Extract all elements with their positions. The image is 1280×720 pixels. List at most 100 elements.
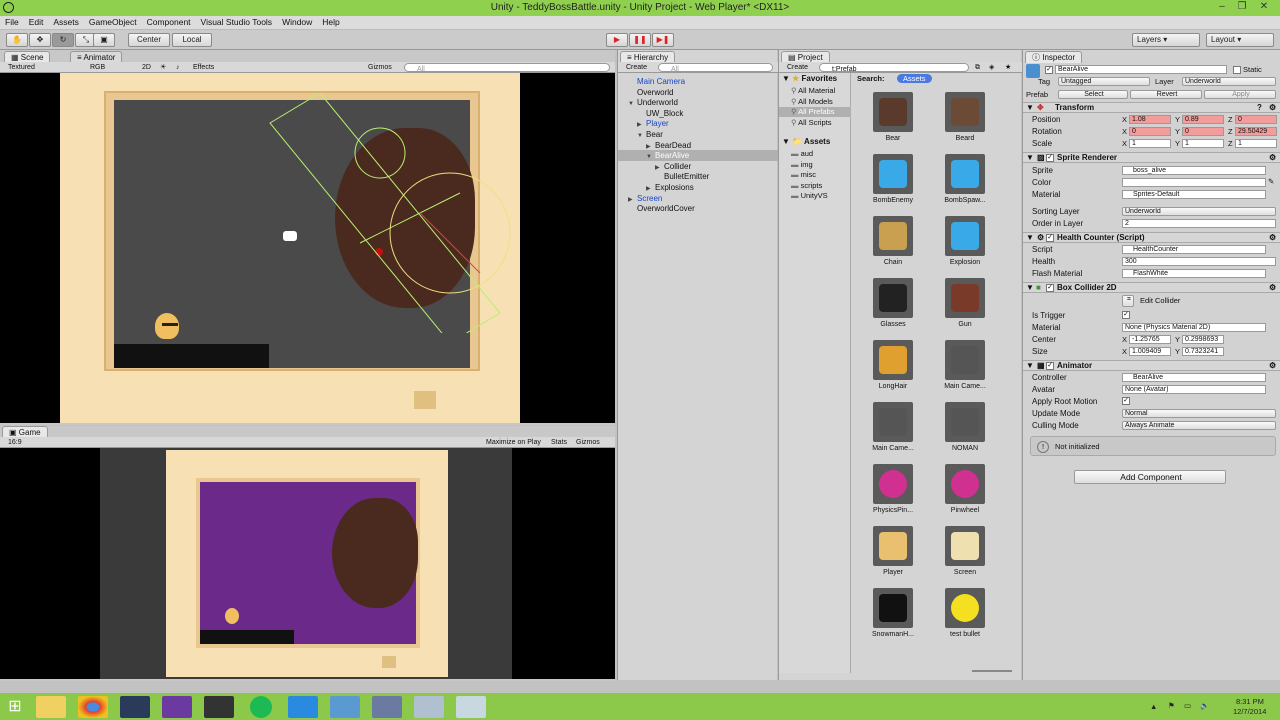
filter-type-icon[interactable]: ⧉ xyxy=(975,62,980,73)
favorites-header[interactable]: ▼ ★ Favorites xyxy=(782,74,837,84)
favorite-item[interactable]: ⚲ All Scripts xyxy=(791,118,832,128)
is-trigger-checkbox[interactable]: ✓ xyxy=(1122,311,1130,319)
paint-icon[interactable] xyxy=(372,696,402,718)
script-field[interactable]: HealthCounter xyxy=(1122,245,1266,254)
scale-z-field[interactable]: 1 xyxy=(1235,139,1277,148)
prefab-asset[interactable]: Explosion xyxy=(933,216,997,266)
order-in-layer-field[interactable]: 2 xyxy=(1122,219,1276,228)
hierarchy-item[interactable]: ▼ Underworld xyxy=(628,98,678,109)
prefab-asset[interactable]: Screen xyxy=(933,526,997,576)
thumbnail-size-slider[interactable] xyxy=(972,670,1012,672)
layers-dropdown[interactable]: Layers ▾ xyxy=(1132,33,1200,47)
mode-2d-toggle[interactable]: 2D xyxy=(142,62,151,73)
photos-icon[interactable] xyxy=(414,696,444,718)
active-checkbox[interactable]: ✓ xyxy=(1045,66,1053,74)
layout-dropdown[interactable]: Layout ▾ xyxy=(1206,33,1274,47)
position-x-field[interactable]: 1.08 xyxy=(1129,115,1171,124)
prefab-asset[interactable]: LongHair xyxy=(861,340,925,390)
asset-folder[interactable]: ▬ UnityVS xyxy=(791,191,828,201)
hierarchy-item[interactable]: Overworld xyxy=(628,88,673,98)
layer-dropdown[interactable]: Underworld xyxy=(1182,77,1276,86)
visual-studio-icon[interactable] xyxy=(162,696,192,718)
step-button[interactable]: ▶❚ xyxy=(652,33,674,47)
prefab-asset[interactable]: BombSpaw... xyxy=(933,154,997,204)
tray-network-icon[interactable]: ▭ xyxy=(1184,701,1191,710)
flashfxp-icon[interactable] xyxy=(288,696,318,718)
settings-gear-icon[interactable]: ⚙ xyxy=(1269,361,1276,371)
prefab-asset[interactable]: Player xyxy=(861,526,925,576)
aspect-dropdown[interactable]: 16:9 xyxy=(8,437,22,448)
prefab-asset[interactable]: BombEnemy xyxy=(861,154,925,204)
menu-assets[interactable]: Assets xyxy=(48,16,84,29)
box-collider-header[interactable]: ▼ ■ ✓ Box Collider 2D ⚙ xyxy=(1023,282,1280,293)
render-mode-dropdown[interactable]: RGB xyxy=(90,62,105,73)
prefab-asset[interactable]: Gun xyxy=(933,278,997,328)
project-create-dropdown[interactable]: Create xyxy=(787,62,808,73)
foldout-arrow-icon[interactable]: ▶ xyxy=(646,142,655,152)
menu-file[interactable]: File xyxy=(0,16,24,29)
start-windows-icon[interactable]: ⊞ xyxy=(2,696,28,718)
avatar-field[interactable]: None (Avatar) xyxy=(1122,385,1266,394)
menu-window[interactable]: Window xyxy=(277,16,317,29)
color-field[interactable] xyxy=(1122,178,1266,187)
hierarchy-search-input[interactable]: All xyxy=(658,63,773,73)
hierarchy-item[interactable]: ▶ Explosions xyxy=(646,183,694,194)
pivot-local-button[interactable]: Local xyxy=(172,33,212,47)
prefab-asset[interactable]: NOMAN xyxy=(933,402,997,452)
add-component-button[interactable]: Add Component xyxy=(1074,470,1226,484)
prefab-select-button[interactable]: Select xyxy=(1058,90,1128,99)
edit-collider-button[interactable]: ⌗ xyxy=(1122,295,1134,307)
favorite-item[interactable]: ⚲ All Material xyxy=(791,86,835,96)
help-icon[interactable]: ? xyxy=(1257,103,1262,113)
asset-folder[interactable]: ▬ img xyxy=(791,160,813,170)
rotation-y-field[interactable]: 0 xyxy=(1182,127,1224,136)
tab-inspector[interactable]: ⓘ Inspector xyxy=(1025,51,1083,63)
asset-folder[interactable]: ▬ aud xyxy=(791,149,813,159)
project-search-input[interactable]: t:Prefab xyxy=(819,63,969,73)
light-icon[interactable]: ☀ xyxy=(160,62,166,73)
asset-folder[interactable]: ▬ misc xyxy=(791,170,816,180)
rotation-z-field[interactable]: 29.50429 xyxy=(1235,127,1277,136)
hierarchy-item[interactable]: ▶ Player xyxy=(637,119,669,130)
close-button[interactable]: ✕ xyxy=(1254,0,1274,16)
favorite-item[interactable]: ⚲ All Prefabs xyxy=(791,107,834,117)
effects-dropdown[interactable]: Effects xyxy=(193,62,214,73)
assets-header[interactable]: ▼ 📁 Assets xyxy=(782,137,830,147)
controller-field[interactable]: BearAlive xyxy=(1122,373,1266,382)
sorting-layer-dropdown[interactable]: Underworld xyxy=(1122,207,1276,216)
box-collider-enabled-checkbox[interactable]: ✓ xyxy=(1046,284,1054,292)
foldout-arrow-icon[interactable]: ▶ xyxy=(646,184,655,194)
sprite-renderer-enabled-checkbox[interactable]: ✓ xyxy=(1046,154,1054,162)
collider-material-field[interactable]: None (Physics Material 2D) xyxy=(1122,323,1266,332)
prefab-asset[interactable]: test bullet xyxy=(933,588,997,638)
menu-help[interactable]: Help xyxy=(317,16,344,29)
prefab-asset[interactable]: Chain xyxy=(861,216,925,266)
size-y-field[interactable]: 0.7323241 xyxy=(1182,347,1224,356)
foldout-arrow-icon[interactable]: ▶ xyxy=(628,195,637,205)
audio-icon[interactable]: ♪ xyxy=(176,62,180,73)
rotation-x-field[interactable]: 0 xyxy=(1129,127,1171,136)
prefab-apply-button[interactable]: Apply xyxy=(1204,90,1276,99)
sprite-field[interactable]: boss_alive xyxy=(1122,166,1266,175)
prefab-asset[interactable]: Beard xyxy=(933,92,997,142)
settings-gear-icon[interactable]: ⚙ xyxy=(1269,103,1276,113)
favorite-item[interactable]: ⚲ All Models xyxy=(791,97,833,107)
hand-tool-button[interactable]: ✋ xyxy=(6,33,28,47)
clock-date[interactable]: 12/7/2014 xyxy=(1233,707,1266,716)
prefab-revert-button[interactable]: Revert xyxy=(1130,90,1202,99)
scene-gizmos-dropdown[interactable]: Gizmos xyxy=(368,62,392,73)
explorer-icon[interactable] xyxy=(36,696,66,718)
settings-gear-icon[interactable]: ⚙ xyxy=(1269,153,1276,163)
foldout-arrow-icon[interactable]: ▶ xyxy=(655,163,664,173)
play-button[interactable]: ▶ xyxy=(606,33,628,47)
culling-mode-dropdown[interactable]: Always Animate xyxy=(1122,421,1276,430)
pivot-center-button[interactable]: Center xyxy=(128,33,170,47)
hierarchy-item[interactable]: Main Camera xyxy=(628,77,685,87)
center-y-field[interactable]: 0.2998693 xyxy=(1182,335,1224,344)
static-checkbox[interactable] xyxy=(1233,66,1241,74)
animator-enabled-checkbox[interactable]: ✓ xyxy=(1046,362,1054,370)
settings-gear-icon[interactable]: ⚙ xyxy=(1269,233,1276,243)
health-field[interactable]: 300 xyxy=(1122,257,1276,266)
shading-dropdown[interactable]: Textured xyxy=(8,62,35,73)
tray-arrow-icon[interactable]: ▲ xyxy=(1150,702,1157,711)
